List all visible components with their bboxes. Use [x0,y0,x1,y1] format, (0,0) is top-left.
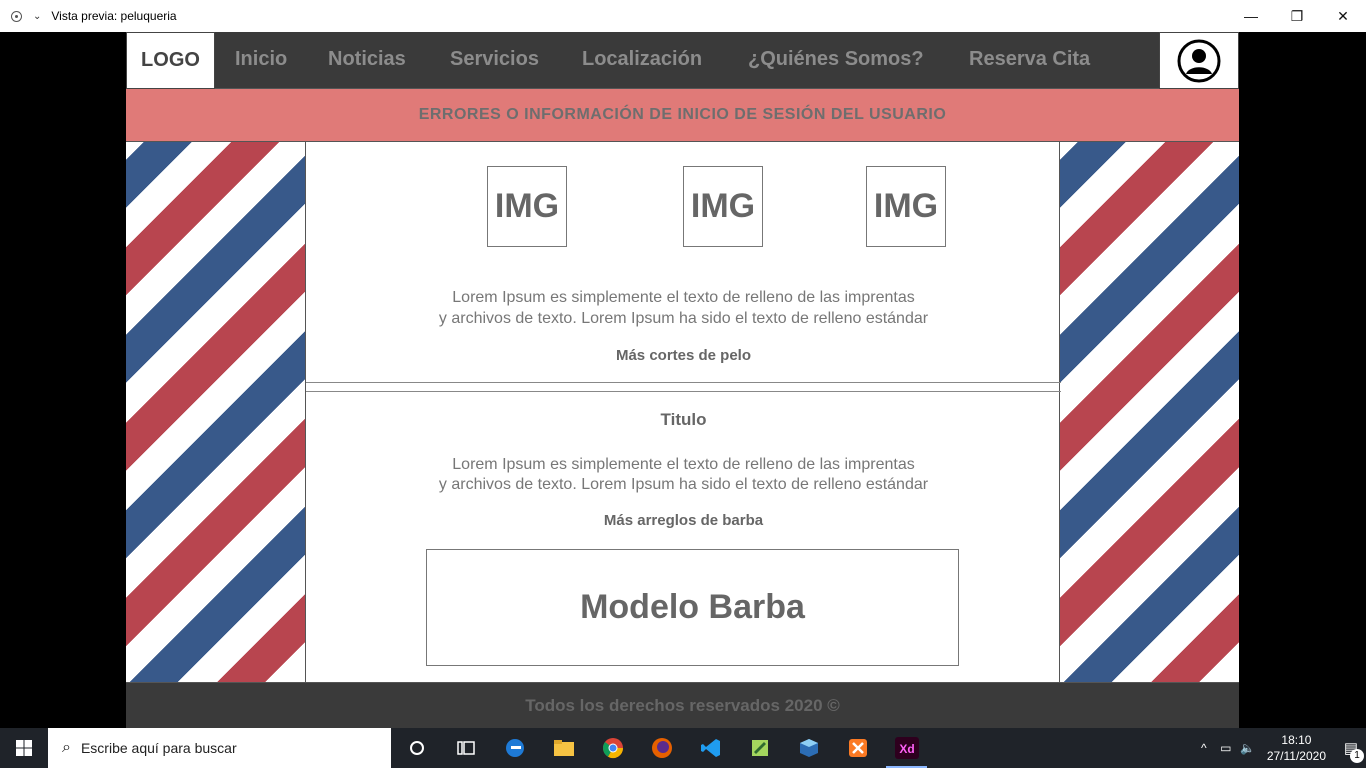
barber-stripes-right [1060,142,1239,682]
more-haircuts-link[interactable]: Más cortes de pelo [306,347,1061,364]
windows-logo-icon [16,740,32,756]
chevron-up-icon[interactable]: ^ [1193,741,1215,755]
nav-item-localizacion[interactable]: Localización [582,48,702,71]
chevron-down-icon[interactable]: ⌄ [33,11,41,22]
nav-item-noticias[interactable]: Noticias [328,48,406,71]
restore-button[interactable]: ❐ [1274,0,1320,32]
beard-model-box: Modelo Barba [426,549,959,666]
firefox-icon[interactable] [637,728,686,768]
window-title: Vista previa: peluqueria [51,9,177,23]
main-content: IMG IMG IMG Lorem Ipsum es simplemente e… [305,142,1061,682]
barber-stripes-left [126,142,305,682]
section1-paragraph-line1: Lorem Ipsum es simplemente el texto de r… [452,289,915,306]
section-divider-top [306,382,1061,383]
user-account-button[interactable] [1159,32,1239,89]
nav-item-quienes-somos[interactable]: ¿Quiénes Somos? [748,48,924,71]
volume-muted-icon[interactable]: 🔈 [1237,741,1259,755]
logo[interactable]: LOGO [126,32,215,89]
section2-paragraph-line1: Lorem Ipsum es simplemente el texto de r… [452,456,915,473]
section2-title: Titulo [660,410,707,429]
adobe-xd-icon[interactable]: Xd [882,728,931,768]
vscode-icon[interactable] [686,728,735,768]
notepad-plus-icon[interactable] [735,728,784,768]
clock[interactable]: 18:10 27/11/2020 [1267,732,1326,764]
notification-center-button[interactable]: ▤ 1 [1336,739,1366,763]
image-placeholder-2: IMG [683,166,763,247]
user-avatar-icon [1177,39,1221,82]
chrome-icon[interactable] [588,728,637,768]
login-message-banner: ERRORES O INFORMACIÓN DE INICIO DE SESIÓ… [126,89,1239,142]
nav-item-inicio[interactable]: Inicio [235,48,287,71]
virtualbox-icon[interactable] [784,728,833,768]
preview-artboard: LOGO Inicio Noticias Servicios Localizac… [126,32,1239,728]
record-icon[interactable] [11,10,22,22]
windows-taskbar: ⌕ Escribe aquí para buscar Xd ^ ▭ 🔈 18:1… [0,728,1366,768]
minimize-button[interactable]: — [1228,0,1274,32]
more-beard-link[interactable]: Más arreglos de barba [306,512,1061,529]
system-tray: ^ ▭ 🔈 18:10 27/11/2020 ▤ 1 [1193,728,1366,768]
taskbar-search-box[interactable]: ⌕ Escribe aquí para buscar [48,728,391,768]
task-view-icon[interactable] [441,728,490,768]
xampp-icon[interactable] [833,728,882,768]
top-navigation: LOGO Inicio Noticias Servicios Localizac… [126,32,1239,89]
nav-item-servicios[interactable]: Servicios [450,48,539,71]
section1-paragraph-line2: y archivos de texto. Lorem Ipsum ha sido… [438,310,929,327]
clock-time: 18:10 [1281,733,1312,747]
section2-paragraph-line2: y archivos de texto. Lorem Ipsum ha sido… [438,476,929,493]
close-button[interactable]: ✕ [1320,0,1366,32]
edge-icon[interactable] [490,728,539,768]
nav-item-reserva-cita[interactable]: Reserva Cita [969,48,1090,71]
image-placeholder-3: IMG [866,166,946,247]
network-icon[interactable]: ▭ [1215,741,1237,755]
start-button[interactable] [0,728,48,768]
image-placeholder-1: IMG [487,166,567,247]
section-divider-bottom [306,391,1061,392]
file-explorer-icon[interactable] [539,728,588,768]
window-titlebar: ⌄ Vista previa: peluqueria — ❐ ✕ [0,0,1366,32]
search-placeholder: Escribe aquí para buscar [80,740,237,756]
search-icon: ⌕ [62,739,71,756]
footer: Todos los derechos reservados 2020 © [126,682,1239,728]
notification-count: 1 [1350,749,1364,763]
cortana-icon[interactable] [392,728,441,768]
clock-date: 27/11/2020 [1266,749,1326,763]
svg-text:Xd: Xd [899,742,914,756]
